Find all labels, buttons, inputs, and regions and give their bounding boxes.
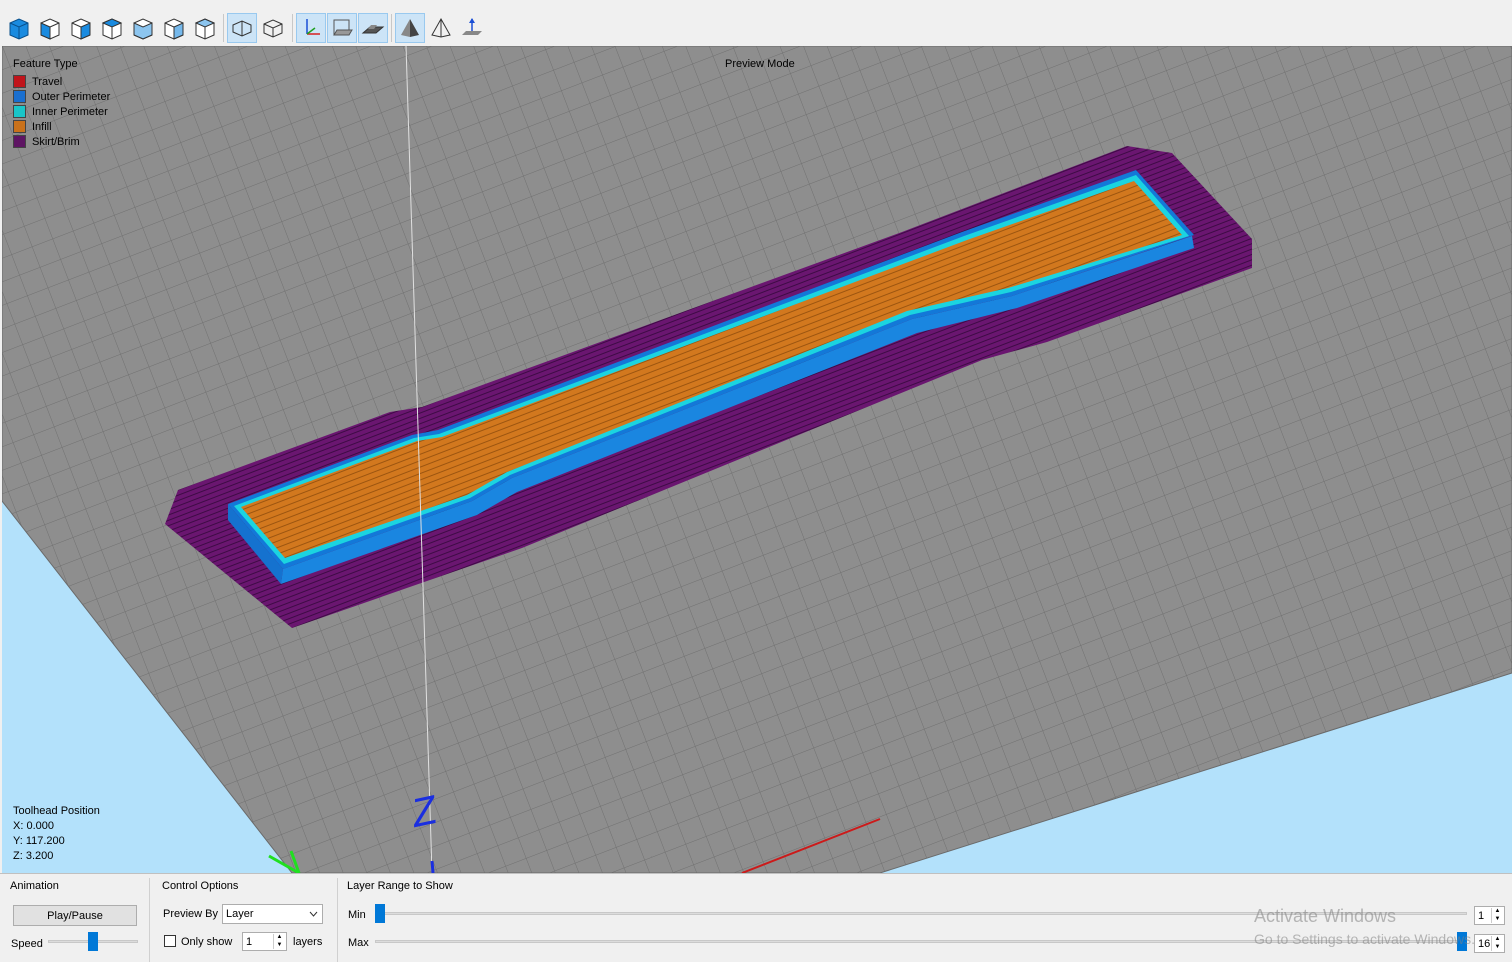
toolhead-title: Toolhead Position — [13, 805, 100, 817]
preview-by-value: Layer — [226, 908, 254, 920]
only-show-count-value: 1 — [246, 935, 253, 948]
only-show-label: Only show — [181, 936, 233, 948]
view-front-icon[interactable] — [35, 13, 65, 43]
min-slider-thumb[interactable] — [375, 904, 385, 923]
legend-item-skirt-brim: Skirt/Brim — [13, 134, 110, 149]
max-label: Max — [348, 937, 369, 949]
show-bed-icon[interactable] — [358, 13, 388, 43]
view-right-icon[interactable] — [128, 13, 158, 43]
legend-label: Infill — [32, 120, 52, 133]
legend-label: Outer Perimeter — [32, 90, 111, 103]
toolhead-y: Y: 117.200 — [13, 835, 65, 847]
animation-title: Animation — [10, 880, 59, 892]
legend-swatch — [13, 135, 26, 148]
scene-canvas — [2, 46, 1512, 873]
toolbar-separator — [223, 14, 224, 42]
spin-up-icon[interactable]: ▲ — [1491, 936, 1503, 944]
view-iso-cube-icon[interactable] — [4, 13, 34, 43]
solid-model-icon[interactable] — [395, 13, 425, 43]
toolhead-position: Toolhead Position X: 0.000 Y: 117.200 Z:… — [13, 804, 100, 864]
animation-group: Animation Play/Pause Speed — [10, 880, 145, 960]
max-layer-input[interactable]: 16 ▲ ▼ — [1474, 934, 1505, 953]
spin-up-icon[interactable]: ▲ — [1491, 908, 1503, 916]
show-build-volume-icon[interactable] — [327, 13, 357, 43]
chevron-down-icon — [309, 911, 318, 917]
spin-arrows[interactable]: ▲ ▼ — [1491, 936, 1503, 951]
legend-label: Travel — [32, 75, 63, 88]
bottom-panel: Animation Play/Pause Speed Control Optio… — [0, 873, 1512, 962]
spin-down-icon[interactable]: ▼ — [1491, 943, 1503, 951]
speed-label: Speed — [11, 938, 43, 950]
min-layer-value: 1 — [1478, 909, 1485, 922]
max-layer-value: 16 — [1478, 937, 1491, 950]
view-back-icon[interactable] — [66, 13, 96, 43]
toolbar-separator — [391, 14, 392, 42]
group-separator — [149, 878, 150, 962]
spin-down-icon[interactable]: ▼ — [273, 941, 285, 949]
toolhead-x: X: 0.000 — [13, 820, 54, 832]
activate-windows-title: Activate Windows — [1254, 906, 1397, 926]
min-label: Min — [348, 909, 366, 921]
show-axes-icon[interactable] — [296, 13, 326, 43]
preview-by-select[interactable]: Layer — [222, 904, 323, 924]
view-left-icon[interactable] — [97, 13, 127, 43]
control-options-group: Control Options Preview By Layer Only sh… — [162, 880, 332, 960]
3d-viewport[interactable]: Z Feature Type Travel Outer Perimeter In… — [2, 46, 1512, 873]
legend-swatch — [13, 105, 26, 118]
toolhead-z: Z: 3.200 — [13, 850, 54, 862]
activate-windows-subtitle: Go to Settings to activate Windows. — [1254, 931, 1475, 947]
legend-title: Feature Type — [13, 58, 78, 70]
toolbar — [0, 0, 1512, 46]
spin-arrows[interactable]: ▲ ▼ — [273, 934, 285, 949]
legend-item-outer-perimeter: Outer Perimeter — [13, 89, 110, 104]
preview-mode-label: Preview Mode — [725, 58, 795, 70]
legend-item-travel: Travel — [13, 74, 110, 89]
transparent-model-icon[interactable] — [426, 13, 456, 43]
legend-swatch — [13, 75, 26, 88]
preview-by-label: Preview By — [163, 908, 219, 920]
spin-up-icon[interactable]: ▲ — [273, 934, 285, 942]
spin-down-icon[interactable]: ▼ — [1491, 915, 1503, 923]
legend-label: Inner Perimeter — [32, 105, 108, 118]
legend-label: Skirt/Brim — [32, 135, 80, 148]
feature-type-legend: Feature Type Travel Outer Perimeter Inne… — [13, 58, 110, 149]
only-show-checkbox[interactable] — [164, 935, 176, 947]
spin-arrows[interactable]: ▲ ▼ — [1491, 908, 1503, 923]
view-top-icon[interactable] — [159, 13, 189, 43]
legend-swatch — [13, 90, 26, 103]
layer-range-title: Layer Range to Show — [347, 880, 453, 892]
only-show-count-input[interactable]: 1 ▲ ▼ — [242, 932, 287, 951]
layers-label: layers — [293, 936, 323, 948]
legend-swatch — [13, 120, 26, 133]
toolbar-separator — [292, 14, 293, 42]
orthographic-toggle-icon[interactable] — [258, 13, 288, 43]
move-to-origin-icon[interactable] — [457, 13, 487, 43]
play-pause-button[interactable]: Play/Pause — [13, 905, 137, 926]
legend-item-inner-perimeter: Inner Perimeter — [13, 104, 110, 119]
view-bottom-icon[interactable] — [190, 13, 220, 43]
legend-item-infill: Infill — [13, 119, 110, 134]
control-options-title: Control Options — [162, 880, 239, 892]
min-layer-input[interactable]: 1 ▲ ▼ — [1474, 906, 1505, 925]
group-separator — [337, 878, 338, 962]
speed-slider-thumb[interactable] — [88, 932, 98, 951]
perspective-toggle-icon[interactable] — [227, 13, 257, 43]
